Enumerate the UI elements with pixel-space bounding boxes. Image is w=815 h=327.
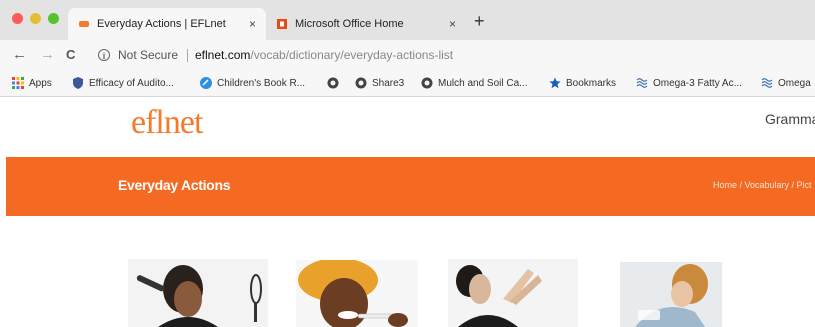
bookmark-mulch[interactable]: Mulch and Soil Ca...	[421, 77, 528, 89]
close-window-button[interactable]	[12, 13, 23, 24]
bookmark-globe[interactable]	[327, 77, 344, 89]
back-button[interactable]: ←	[12, 47, 27, 63]
eflnet-logo[interactable]: eflnet	[131, 104, 203, 142]
wave-icon	[761, 78, 773, 88]
bookmark-omega3[interactable]: Omega-3 Fatty Ac...	[636, 77, 742, 89]
address-separator	[187, 49, 188, 62]
bookmark-label: Bookmarks	[566, 77, 617, 89]
globe-icon	[421, 77, 433, 89]
office-favicon-icon	[277, 19, 287, 29]
reload-button[interactable]: C	[66, 47, 75, 63]
site-info-icon[interactable]: i	[98, 49, 110, 61]
minimize-window-button[interactable]	[30, 13, 41, 24]
tab-close-icon[interactable]: ×	[249, 17, 256, 31]
bookmark-label: Mulch and Soil Ca...	[438, 77, 528, 89]
not-secure-label[interactable]: Not Secure	[118, 48, 178, 62]
breadcrumb[interactable]: Home / Vocabulary / Pict	[713, 180, 812, 190]
forward-button[interactable]: →	[40, 47, 55, 63]
bookmark-share3[interactable]: Share3	[355, 77, 404, 89]
new-tab-button[interactable]: +	[474, 12, 485, 30]
brushing-teeth-picture[interactable]	[296, 260, 418, 327]
nav-grammar-link[interactable]: Grammar	[765, 111, 815, 127]
tab-title: Everyday Actions | EFLnet	[97, 18, 226, 30]
star-icon	[549, 77, 561, 89]
wave-icon	[636, 78, 648, 88]
bookmark-label: Omega-3 Fatty Ac...	[653, 77, 742, 89]
tab-title: Microsoft Office Home	[295, 18, 404, 30]
clapping-picture[interactable]	[448, 259, 578, 327]
tab-everyday-actions[interactable]: Everyday Actions | EFLnet ×	[68, 8, 266, 40]
tab-microsoft-office[interactable]: Microsoft Office Home ×	[266, 8, 466, 40]
blue-circle-icon	[200, 77, 212, 89]
bookmark-efficacy[interactable]: Efficacy of Audito...	[72, 77, 174, 89]
bookmark-label: Share3	[372, 77, 405, 89]
url-path: /vocab/dictionary/everyday-actions-list	[250, 48, 454, 62]
bookmark-bookmarks[interactable]: Bookmarks	[549, 77, 616, 89]
browser-tab-bar: Everyday Actions | EFLnet × Microsoft Of…	[0, 0, 815, 40]
globe-icon	[327, 77, 339, 89]
site-header	[0, 97, 815, 157]
bookmark-label: Omega	[778, 77, 811, 89]
apps-grid-icon	[12, 77, 24, 89]
bookmark-apps[interactable]: Apps	[12, 77, 52, 89]
url-host: eflnet.com	[195, 48, 251, 62]
page-title: Everyday Actions	[118, 177, 231, 193]
bookmark-label: Apps	[29, 77, 52, 89]
brushing-hair-picture[interactable]	[128, 259, 268, 327]
shield-icon	[73, 77, 83, 89]
bookmark-childrens-book[interactable]: Children's Book R...	[200, 77, 305, 89]
tab-close-icon[interactable]: ×	[449, 17, 456, 31]
bookmark-label: Efficacy of Audito...	[89, 77, 174, 89]
scrubbing-picture[interactable]	[620, 262, 722, 327]
globe-icon	[355, 77, 367, 89]
bookmark-label: Children's Book R...	[217, 77, 306, 89]
bookmark-omega[interactable]: Omega	[761, 77, 811, 89]
address-bar[interactable]: eflnet.com/vocab/dictionary/everyday-act…	[195, 48, 453, 62]
maximize-window-button[interactable]	[48, 13, 59, 24]
bookmarks-bar: Apps Efficacy of Audito... Children's Bo…	[0, 72, 815, 97]
eflnet-favicon-icon	[79, 21, 89, 27]
